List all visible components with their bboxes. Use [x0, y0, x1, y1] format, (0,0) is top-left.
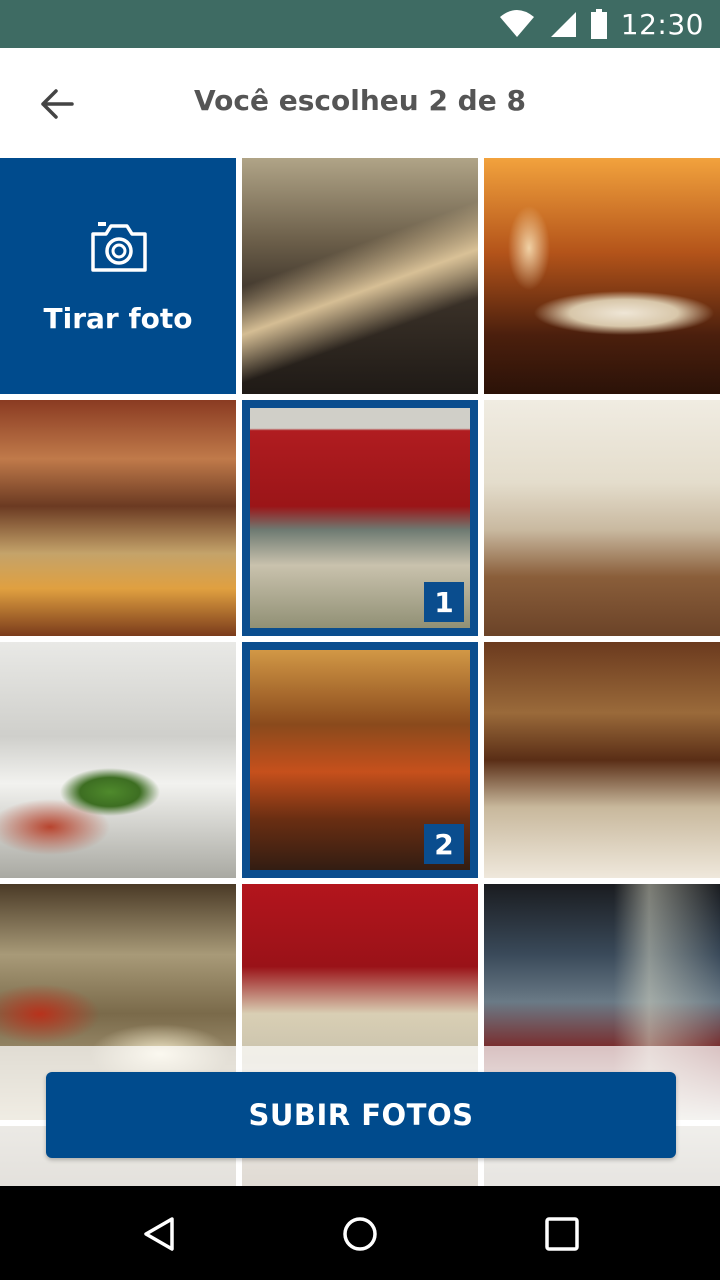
- photo-tile-buffet-counter[interactable]: [0, 400, 236, 636]
- app-bar: Você escolheu 2 de 8: [0, 48, 720, 158]
- photo-tile-elegant-dining[interactable]: [484, 642, 720, 878]
- elegant-dining-photo: [484, 642, 720, 878]
- back-triangle-icon[interactable]: [140, 1214, 180, 1254]
- signal-icon: [550, 12, 576, 37]
- take-photo-label: Tirar foto: [43, 302, 193, 335]
- upload-photos-button[interactable]: SUBIR FOTOS: [46, 1072, 676, 1158]
- home-circle-icon[interactable]: [340, 1214, 380, 1254]
- buffet-counter-photo: [0, 400, 236, 636]
- photo-tile-orange-chairs[interactable]: 2: [242, 642, 478, 878]
- system-nav-bar: [0, 1186, 720, 1280]
- salad-bowls-photo: [0, 642, 236, 878]
- selection-badge: 1: [424, 582, 464, 622]
- clock: 12:30: [620, 7, 704, 41]
- plated-dish-photo: [484, 158, 720, 394]
- photo-tile-buffet-red-wall[interactable]: 1: [242, 400, 478, 636]
- restaurant-tables-photo: [242, 158, 478, 394]
- photo-tile-salad-bowls[interactable]: [0, 642, 236, 878]
- photo-tile-bright-dining-room[interactable]: [484, 400, 720, 636]
- page-title: Você escolheu 2 de 8: [194, 84, 526, 117]
- wifi-icon: [499, 10, 534, 37]
- status-bar: 12:30: [0, 0, 720, 48]
- selection-badge: 2: [424, 824, 464, 864]
- bright-dining-room-photo: [484, 400, 720, 636]
- recents-square-icon[interactable]: [542, 1214, 582, 1254]
- battery-icon: [590, 9, 607, 39]
- take-photo-tile[interactable]: Tirar foto: [0, 158, 236, 394]
- photo-tile-plated-dish[interactable]: [484, 158, 720, 394]
- camera-icon: [91, 222, 147, 272]
- photo-tile-restaurant-tables[interactable]: [242, 158, 478, 394]
